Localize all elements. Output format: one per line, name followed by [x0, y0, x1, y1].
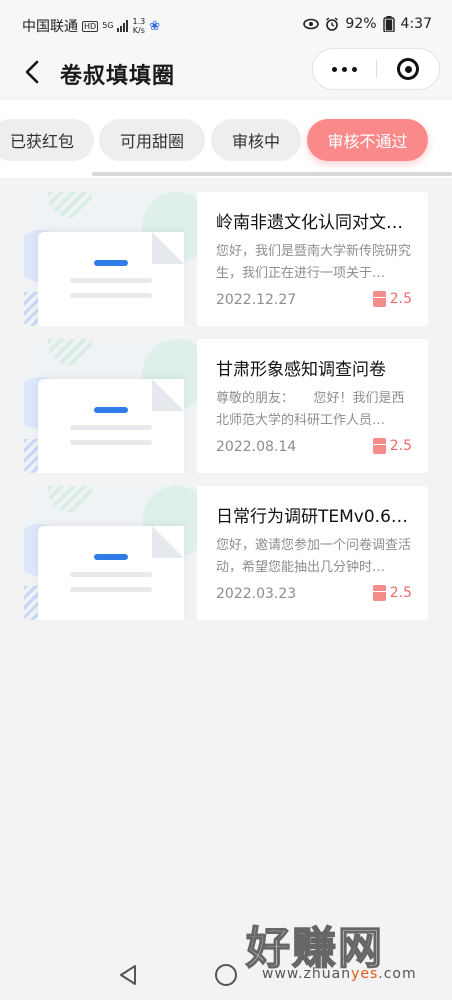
- survey-reward: 2.5: [372, 585, 412, 601]
- hd-badge: HD: [82, 20, 99, 32]
- eye-icon: [303, 18, 320, 30]
- more-dots-icon: [329, 66, 359, 72]
- miniprogram-capsule: [312, 48, 440, 90]
- survey-title: 甘肃形象感知调查问卷: [216, 360, 386, 380]
- tab-under-review[interactable]: 审核中: [211, 119, 301, 161]
- network-type: 5G: [102, 21, 114, 30]
- signal-icon: [117, 20, 129, 32]
- tab-received-redpackets[interactable]: 已获红包: [0, 119, 94, 161]
- system-nav-bar: [0, 950, 452, 1000]
- close-miniprogram-button[interactable]: [377, 49, 439, 89]
- nav-bar: 卷叔填填圈: [0, 48, 452, 98]
- survey-card[interactable]: 日常行为调研TEMv0.6… 您好，邀请您参加一个问卷调查活动，希望您能抽出几分…: [24, 486, 428, 620]
- net-speed-unit: K/s: [132, 26, 145, 35]
- battery-level: 92%: [345, 16, 377, 32]
- battery-icon: [382, 16, 395, 32]
- reward-amount: 2.5: [389, 585, 412, 601]
- survey-thumbnail: [24, 339, 197, 473]
- red-packet-icon: [372, 438, 386, 454]
- nav-back-triangle-icon[interactable]: [118, 964, 138, 986]
- red-packet-icon: [372, 291, 386, 307]
- survey-description: 您好，我们是暨南大学新传院研究生，我们正在进行一项关于…: [216, 244, 412, 281]
- net-speed-value: 1.3: [132, 17, 146, 26]
- more-button[interactable]: [313, 49, 375, 89]
- survey-thumbnail: [24, 486, 197, 620]
- tab-review-rejected[interactable]: 审核不通过: [307, 119, 428, 161]
- page-title: 卷叔填填圈: [60, 64, 176, 89]
- reward-amount: 2.5: [389, 438, 412, 454]
- survey-description: 尊敬的朋友： 您好！我们是西北师范大学的科研工作人员…: [216, 391, 405, 428]
- reward-amount: 2.5: [389, 291, 412, 307]
- status-left: 中国联通 HD 5G 1.3 K/s ❀: [22, 16, 160, 36]
- target-icon: [397, 58, 419, 80]
- app-notification-icon: ❀: [149, 18, 161, 34]
- survey-date: 2022.03.23: [216, 586, 297, 602]
- carrier-name: 中国联通: [22, 19, 78, 35]
- net-speed: 1.3 K/s: [132, 17, 145, 35]
- survey-thumbnail: [24, 192, 197, 326]
- tab-available-tianquan[interactable]: 可用甜圈: [99, 119, 205, 161]
- back-button[interactable]: [16, 56, 48, 88]
- survey-date: 2022.08.14: [216, 439, 297, 455]
- status-bar: 中国联通 HD 5G 1.3 K/s ❀ 92% 4:37: [0, 0, 452, 48]
- tab-bar: 已获红包 可用甜圈 审核中 审核不通过: [0, 100, 452, 178]
- nav-home-circle-icon[interactable]: [215, 964, 237, 986]
- survey-card[interactable]: 岭南非遗文化认同对文… 您好，我们是暨南大学新传院研究生，我们正在进行一项关于……: [24, 192, 428, 326]
- alarm-icon: [326, 17, 339, 31]
- survey-reward: 2.5: [372, 438, 412, 454]
- survey-card[interactable]: 甘肃形象感知调查问卷 尊敬的朋友： 您好！我们是西北师范大学的科研工作人员… 2…: [24, 339, 428, 473]
- clock: 4:37: [400, 16, 432, 32]
- status-right: 92% 4:37: [303, 16, 432, 32]
- red-packet-icon: [372, 585, 386, 601]
- tab-scrollbar[interactable]: [92, 172, 452, 176]
- survey-title: 日常行为调研TEMv0.6…: [216, 507, 408, 527]
- survey-date: 2022.12.27: [216, 292, 297, 308]
- survey-title: 岭南非遗文化认同对文…: [216, 213, 403, 233]
- chevron-left-icon: [25, 60, 39, 84]
- survey-description: 您好，邀请您参加一个问卷调查活动，希望您能抽出几分钟时…: [216, 538, 412, 575]
- survey-reward: 2.5: [372, 291, 412, 307]
